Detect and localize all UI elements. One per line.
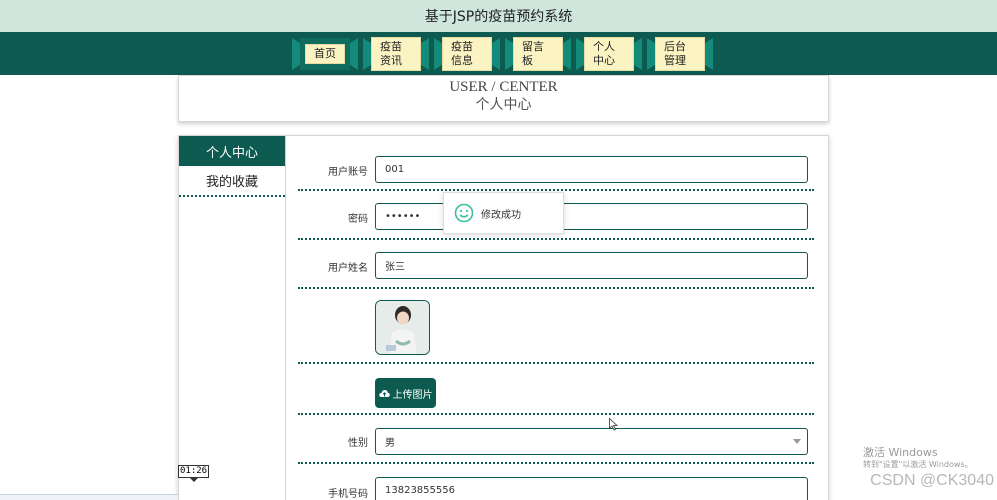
sidebar-item-user-center[interactable]: 个人中心	[179, 136, 285, 166]
nav-item-admin[interactable]: 后台管理	[647, 37, 713, 71]
toast-message: 修改成功	[481, 209, 521, 221]
windows-activation-watermark: 激活 Windows 转到"设置"以激活 Windows。	[863, 446, 973, 470]
password-input[interactable]: ••••••	[375, 203, 808, 230]
nav-item-user-center[interactable]: 个人中心	[576, 37, 642, 71]
windows-activation-sub: 转到"设置"以激活 Windows。	[863, 460, 973, 469]
main-nav: 首页 疫苗资讯 疫苗信息 留言板 个人中心 后台管理	[0, 32, 997, 75]
windows-activation-title: 激活 Windows	[863, 446, 938, 459]
nav-item-vaccine-news[interactable]: 疫苗资讯	[363, 37, 429, 71]
bottom-scroll-strip	[0, 494, 178, 500]
password-label: 密码	[348, 214, 368, 225]
avatar-image[interactable]	[375, 300, 430, 355]
cloud-upload-icon	[378, 389, 390, 397]
form-row-account: 用户账号 001	[298, 152, 814, 191]
sidebar-item-favorites[interactable]: 我的收藏	[179, 166, 285, 197]
name-input[interactable]: 张三	[375, 252, 808, 279]
section-title-en: USER / CENTER	[449, 79, 558, 95]
gender-value: 男	[385, 438, 395, 449]
sidebar: 个人中心 我的收藏	[179, 136, 286, 500]
success-toast: 修改成功	[443, 192, 564, 234]
nav-label: 个人中心	[584, 37, 634, 71]
gender-select[interactable]: 男	[375, 428, 808, 455]
chevron-down-icon	[793, 439, 801, 444]
csdn-watermark: CSDN @CK3040	[870, 472, 994, 489]
account-label: 用户账号	[328, 167, 368, 178]
section-title-cn: 个人中心	[475, 98, 532, 113]
nav-item-vaccine-info[interactable]: 疫苗信息	[434, 37, 500, 71]
account-input[interactable]: 001	[375, 156, 808, 183]
nav-label: 疫苗资讯	[371, 37, 421, 71]
form-row-upload: 上传图片	[298, 365, 814, 415]
nav-item-message-board[interactable]: 留言板	[505, 37, 571, 71]
nav-label: 留言板	[513, 37, 563, 71]
nav-item-home[interactable]: 首页	[292, 38, 358, 70]
nav-label: 首页	[305, 44, 345, 64]
section-header: USER / CENTER 个人中心	[178, 75, 829, 122]
form-row-phone: 手机号码 13823855556	[298, 465, 814, 500]
gender-label: 性别	[348, 438, 368, 449]
form-row-avatar	[298, 290, 814, 364]
nav-label: 后台管理	[655, 37, 705, 71]
nav-label: 疫苗信息	[442, 37, 492, 71]
site-title: 基于JSP的疫苗预约系统	[424, 9, 573, 25]
time-badge: 01:26	[178, 465, 210, 482]
smile-icon	[454, 203, 474, 223]
page: 基于JSP的疫苗预约系统 首页 疫苗资讯 疫苗信息 留言板 个人中心 后台管理 …	[0, 0, 997, 500]
upload-image-button[interactable]: 上传图片	[375, 378, 436, 408]
name-label: 用户姓名	[328, 263, 368, 274]
top-title-bar: 基于JSP的疫苗预约系统	[0, 0, 997, 32]
form-row-gender: 性别 男	[298, 416, 814, 464]
phone-input[interactable]: 13823855556	[375, 477, 808, 500]
mouse-cursor-icon	[609, 418, 618, 431]
phone-label: 手机号码	[328, 489, 368, 500]
upload-label: 上传图片	[392, 389, 433, 401]
user-center-panel: 个人中心 我的收藏 用户账号 001 密码 •••••• 用户姓名 张三 上传图…	[178, 135, 829, 500]
form-row-name: 用户姓名 张三	[298, 241, 814, 289]
avatar-figure-icon	[376, 301, 429, 354]
